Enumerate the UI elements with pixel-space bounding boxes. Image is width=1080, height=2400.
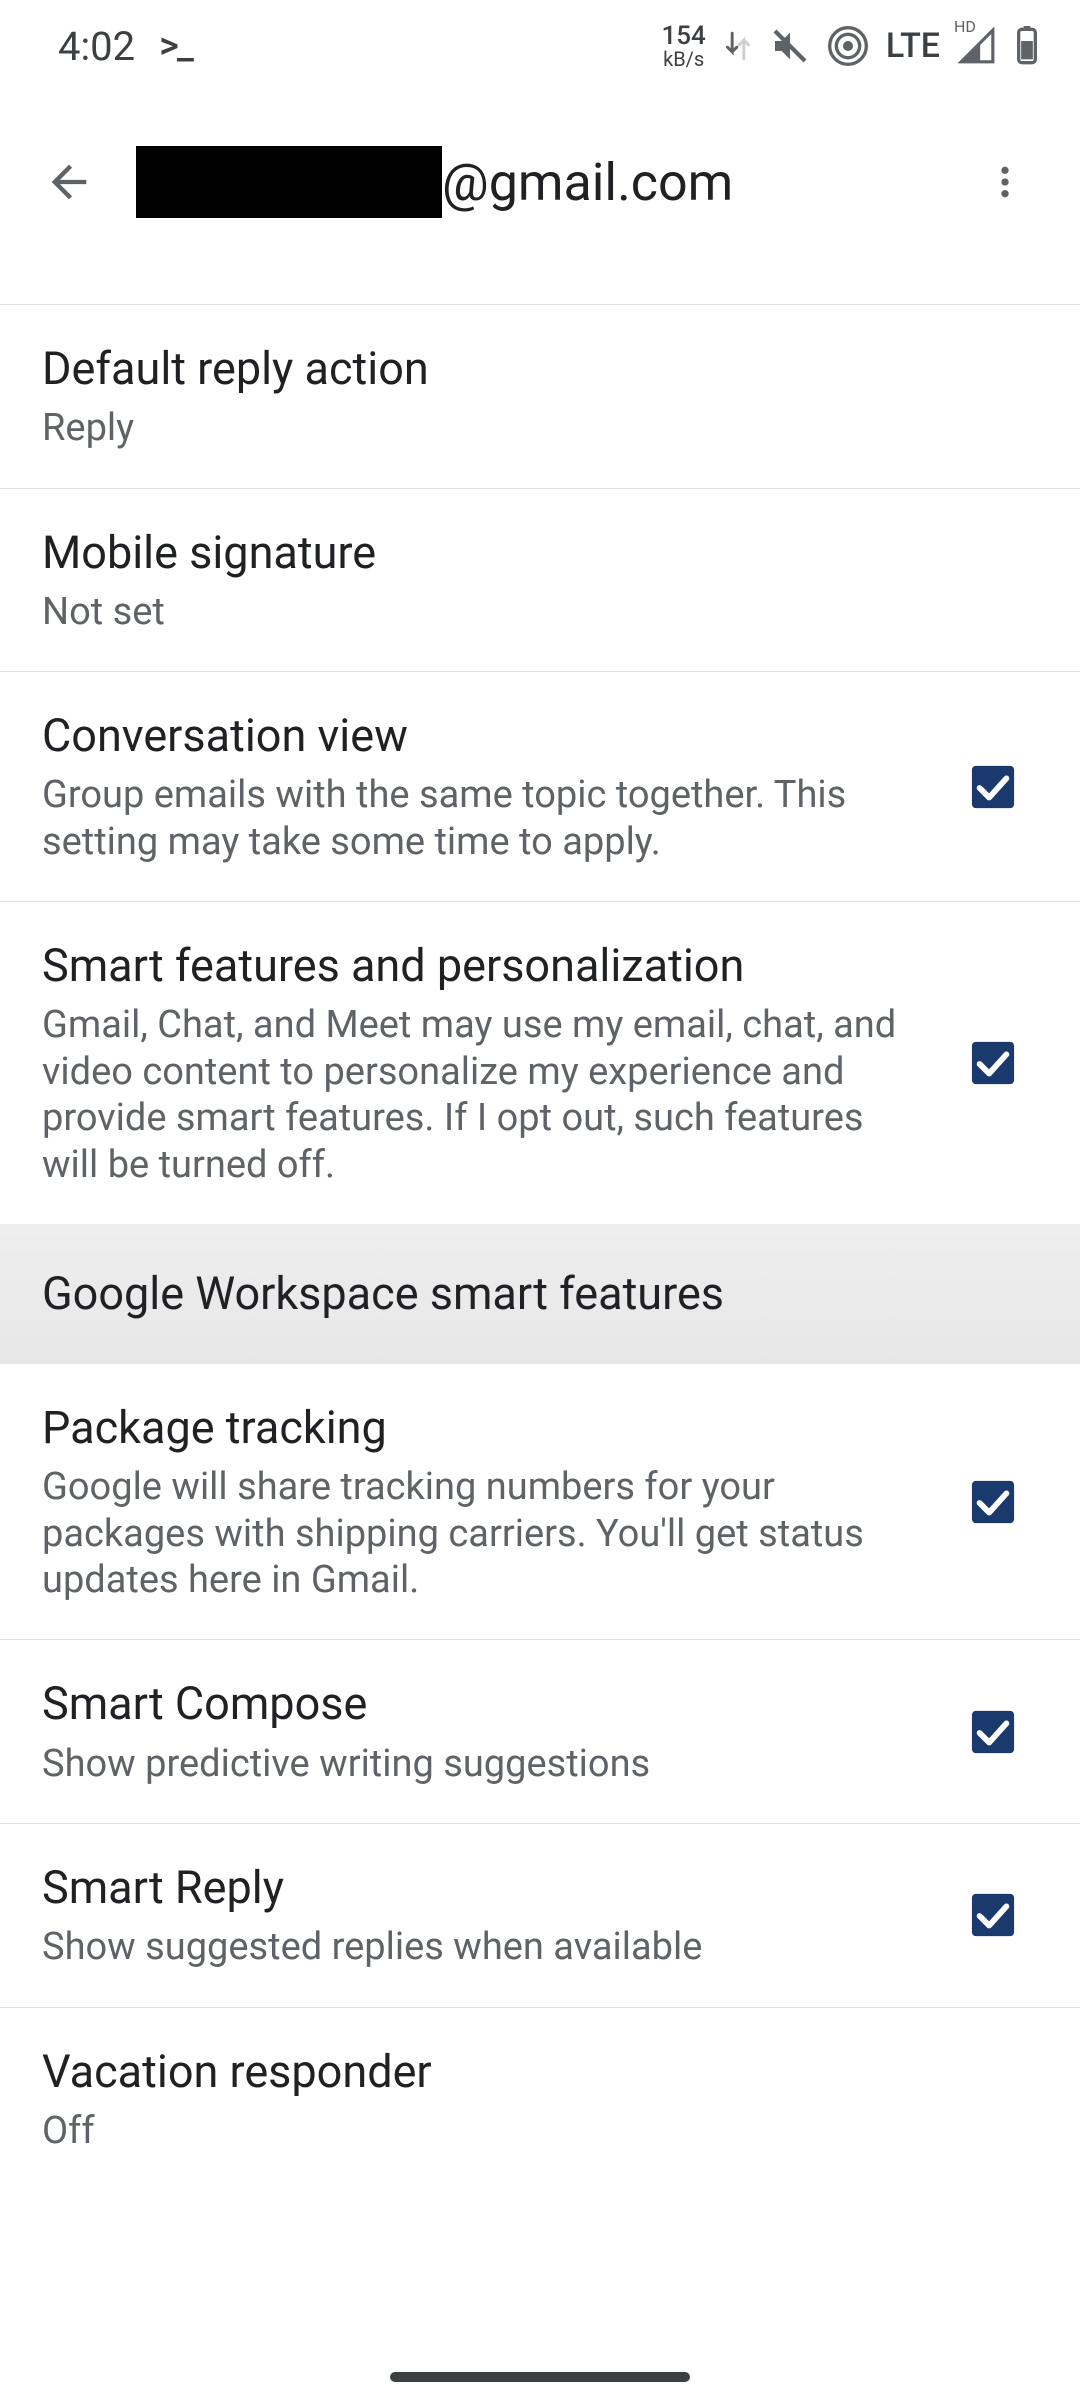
setting-title: Smart Reply <box>42 1860 934 1916</box>
setting-smart-features-personalization[interactable]: Smart features and personalization Gmail… <box>0 902 1080 1224</box>
setting-smart-reply[interactable]: Smart Reply Show suggested replies when … <box>0 1824 1080 2007</box>
data-arrows-icon <box>724 28 752 64</box>
signal-icon: HD <box>958 27 996 65</box>
setting-title: Conversation view <box>42 708 934 764</box>
status-bar: 4:02 >_ 154 kB/s LTE HD <box>0 0 1080 92</box>
setting-conversation-view[interactable]: Conversation view Group emails with the … <box>0 672 1080 901</box>
setting-default-reply-action[interactable]: Default reply action Reply <box>0 305 1080 488</box>
setting-subtitle: Off <box>42 2108 902 2154</box>
email-domain-suffix: @gmail.com <box>442 152 733 213</box>
setting-subtitle: Gmail, Chat, and Meet may use my email, … <box>42 1002 902 1187</box>
network-speed-unit: kB/s <box>663 49 704 69</box>
header-title: @gmail.com <box>136 146 938 218</box>
package-tracking-checkbox[interactable] <box>970 1479 1016 1525</box>
setting-mobile-signature[interactable]: Mobile signature Not set <box>0 489 1080 672</box>
setting-subtitle: Show predictive writing suggestions <box>42 1741 902 1787</box>
more-options-button[interactable] <box>970 147 1040 217</box>
redacted-username <box>136 146 442 218</box>
setting-subtitle: Reply <box>42 405 902 451</box>
setting-title: Mobile signature <box>42 525 1038 581</box>
setting-subtitle: Google will share tracking numbers for y… <box>42 1464 902 1603</box>
app-header: @gmail.com <box>0 92 1080 272</box>
conversation-view-checkbox[interactable] <box>970 764 1016 810</box>
setting-smart-compose[interactable]: Smart Compose Show predictive writing su… <box>0 1640 1080 1823</box>
network-speed-value: 154 <box>662 23 706 49</box>
smart-reply-checkbox[interactable] <box>970 1892 1016 1938</box>
setting-subtitle: Group emails with the same topic togethe… <box>42 772 902 865</box>
setting-vacation-responder[interactable]: Vacation responder Off <box>0 2008 1080 2191</box>
setting-title: Vacation responder <box>42 2044 1038 2100</box>
smart-features-checkbox[interactable] <box>970 1040 1016 1086</box>
smart-compose-checkbox[interactable] <box>970 1709 1016 1755</box>
section-header-google-workspace: Google Workspace smart features <box>0 1224 1080 1364</box>
navigation-handle[interactable] <box>390 2372 690 2382</box>
setting-subtitle: Show suggested replies when available <box>42 1924 902 1970</box>
shell-prompt-icon: >_ <box>159 24 192 68</box>
setting-title: Default reply action <box>42 341 1038 397</box>
settings-list: Default reply action Reply Mobile signat… <box>0 305 1080 2190</box>
setting-package-tracking[interactable]: Package tracking Google will share track… <box>0 1364 1080 1639</box>
setting-title: Package tracking <box>42 1400 934 1456</box>
setting-title: Smart features and personalization <box>42 938 934 994</box>
volume-muted-icon <box>770 26 810 66</box>
battery-icon <box>1014 26 1040 66</box>
status-clock: 4:02 <box>58 23 135 70</box>
section-title: Google Workspace smart features <box>42 1266 1038 1322</box>
setting-subtitle: Not set <box>42 589 902 635</box>
network-type-label: LTE <box>886 26 940 66</box>
back-button[interactable] <box>34 147 104 217</box>
hd-badge: HD <box>954 17 976 36</box>
setting-title: Smart Compose <box>42 1676 934 1732</box>
network-speed-indicator: 154 kB/s <box>662 23 706 69</box>
hotspot-icon <box>828 26 868 66</box>
